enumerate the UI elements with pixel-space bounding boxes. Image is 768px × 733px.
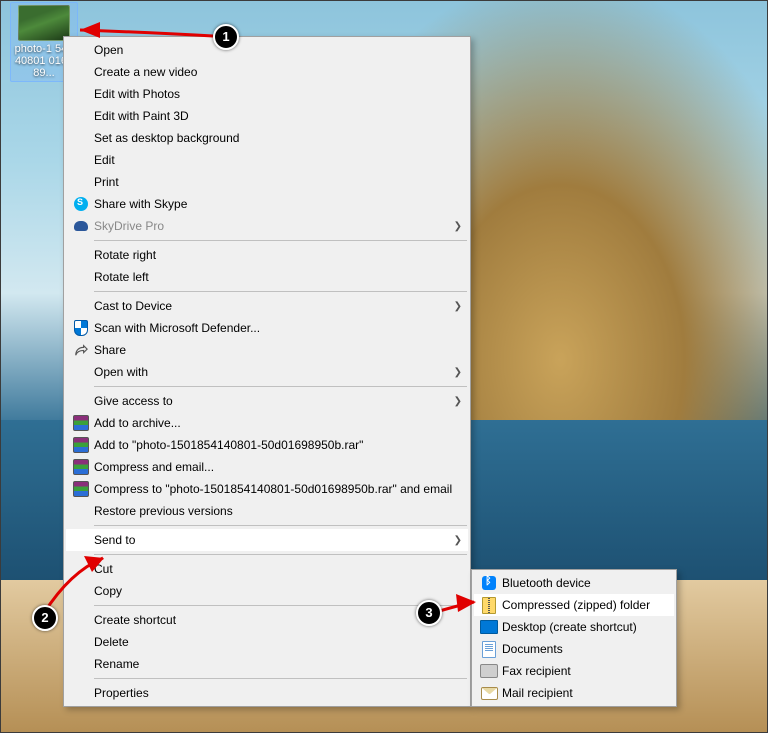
annotation-callout-3: 3 bbox=[416, 600, 442, 626]
annotation-callout-1: 1 bbox=[213, 24, 239, 50]
annotation-callout-2: 2 bbox=[32, 605, 58, 631]
annotation-arrow-3 bbox=[0, 0, 768, 733]
